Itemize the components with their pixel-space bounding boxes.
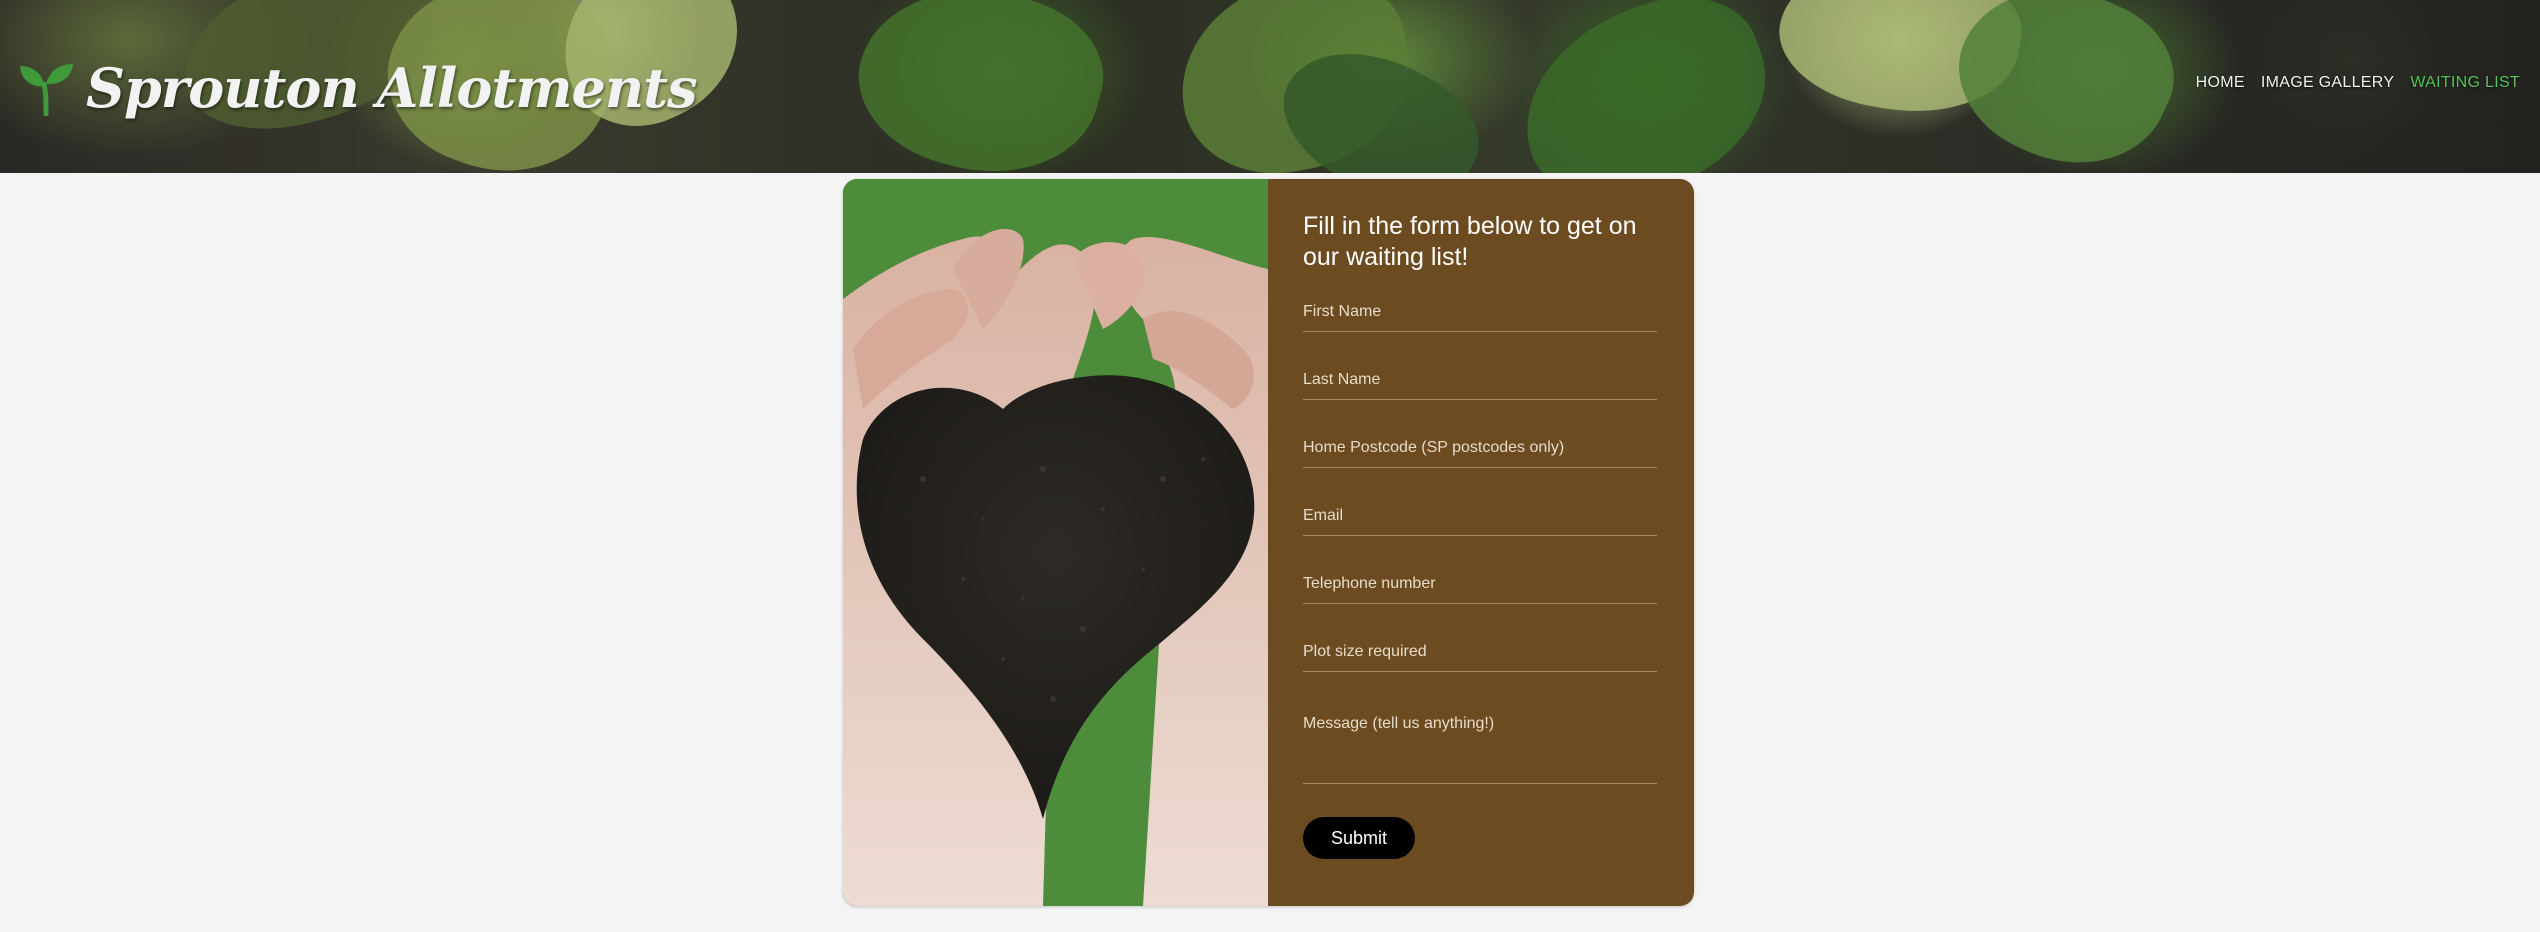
first-name-field[interactable] <box>1303 297 1657 332</box>
site-title: Sprouton Allotments <box>86 56 697 120</box>
message-field[interactable] <box>1303 705 1657 784</box>
plot-size-field[interactable] <box>1303 637 1657 672</box>
submit-button[interactable]: Submit <box>1303 817 1415 859</box>
sprout-icon <box>20 64 73 116</box>
lettuce-leaf-decoration <box>840 0 1120 173</box>
nav-waiting-list[interactable]: WAITING LIST <box>2410 74 2520 92</box>
main-nav: HOME IMAGE GALLERY WAITING LIST <box>2196 74 2520 92</box>
telephone-field[interactable] <box>1303 569 1657 604</box>
site-logo[interactable]: Sprouton Allotments <box>18 56 697 120</box>
soil-heart-hands-image <box>843 179 1268 906</box>
hands-illustration <box>843 179 1268 906</box>
lettuce-leaf-decoration <box>1933 0 2197 173</box>
site-header: Sprouton Allotments HOME IMAGE GALLERY W… <box>0 0 2540 173</box>
form-heading: Fill in the form below to get on our wai… <box>1303 212 1637 271</box>
email-field[interactable] <box>1303 501 1657 536</box>
nav-image-gallery[interactable]: IMAGE GALLERY <box>2261 74 2394 92</box>
last-name-field[interactable] <box>1303 365 1657 400</box>
lettuce-leaf-decoration <box>1496 0 1794 173</box>
waiting-list-form: Fill in the form below to get on our wai… <box>1268 179 1694 906</box>
nav-home[interactable]: HOME <box>2196 74 2245 92</box>
waiting-list-card: Fill in the form below to get on our wai… <box>843 179 1694 906</box>
postcode-field[interactable] <box>1303 433 1657 468</box>
